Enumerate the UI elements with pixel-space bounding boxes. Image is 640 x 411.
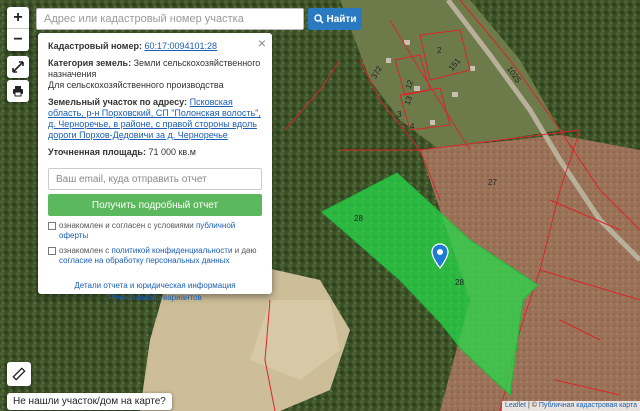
cadastral-map-link[interactable]: Публичная кадастровая карта: [539, 402, 637, 409]
parcel-info-popup: × Кадастровый номер: 60:17:0094101:28 Ка…: [38, 33, 272, 302]
expand-icon: [12, 61, 24, 73]
parcel-label: 3: [397, 110, 402, 119]
zoom-in-button[interactable]: +: [7, 7, 29, 29]
land-usage-value: Для сельскохозяйственного производства: [48, 80, 224, 90]
privacy-consent: ознакомлен с политикой конфиденциальност…: [48, 246, 262, 266]
search-input[interactable]: [36, 8, 304, 30]
close-icon[interactable]: ×: [258, 36, 266, 50]
leaflet-link[interactable]: Leaflet: [505, 402, 526, 409]
parcel-label: 2: [437, 46, 442, 55]
map-attribution: Leaflet | © Публичная кадастровая карта: [501, 401, 640, 411]
search-bar: Найти: [36, 8, 362, 30]
cadastral-number-link[interactable]: 60:17:0094101:28: [144, 41, 217, 51]
privacy-checkbox[interactable]: [48, 247, 56, 255]
address-label: Земельный участок по адресу:: [48, 97, 188, 107]
area-label: Уточненная площадь:: [48, 147, 146, 157]
offer-consent-text: ознакомлен и согласен с условиями: [59, 221, 194, 230]
land-category-label: Категория земель:: [48, 58, 132, 68]
measure-button[interactable]: [7, 362, 31, 386]
privacy-policy-link[interactable]: политикой конфиденциальности: [111, 246, 232, 255]
parcel-label: 28: [354, 214, 363, 223]
printer-icon: [13, 86, 23, 97]
parcel-label: 27: [488, 178, 497, 187]
cadastral-number-label: Кадастровый номер:: [48, 41, 142, 51]
address-row: Земельный участок по адресу: Псковская о…: [48, 97, 262, 141]
ruler-icon: [12, 367, 26, 381]
offer-consent: ознакомлен и согласен с условиями публич…: [48, 221, 262, 241]
area-row: Уточненная площадь: 71 000 кв.м: [48, 147, 262, 158]
get-report-button[interactable]: Получить подробный отчет: [48, 194, 262, 216]
search-button-label: Найти: [326, 13, 357, 25]
zoom-control: + −: [7, 7, 29, 51]
cadastral-number-row: Кадастровый номер: 60:17:0094101:28: [48, 41, 262, 52]
attribution-separator: | ©: [526, 402, 539, 409]
report-details-link[interactable]: Детали отчета и юридическая информация: [48, 280, 262, 292]
print-button[interactable]: [7, 80, 29, 102]
location-pin-icon[interactable]: [431, 243, 449, 269]
privacy-consent-text: ознакомлен с: [59, 246, 110, 255]
parcel-label: 4: [410, 122, 415, 131]
search-icon: [313, 14, 324, 24]
manual-selection-link[interactable]: Ручной выбор вариантов: [48, 292, 262, 304]
offer-checkbox[interactable]: [48, 222, 56, 230]
privacy-consent-mid: и даю: [234, 246, 257, 255]
data-processing-link[interactable]: согласие на обработку персональных данны…: [59, 256, 229, 265]
not-found-button[interactable]: Не нашли участок/дом на карте?: [7, 393, 172, 410]
fullscreen-button[interactable]: [7, 56, 29, 78]
popup-links: Детали отчета и юридическая информация Р…: [48, 280, 262, 304]
email-field[interactable]: [48, 168, 262, 190]
parcel-label: 28: [455, 278, 464, 287]
search-button[interactable]: Найти: [308, 8, 362, 30]
area-value: 71 000 кв.м: [148, 147, 196, 157]
zoom-out-button[interactable]: −: [7, 29, 29, 51]
land-category-row: Категория земель: Земли сельскохозяйстве…: [48, 58, 262, 91]
